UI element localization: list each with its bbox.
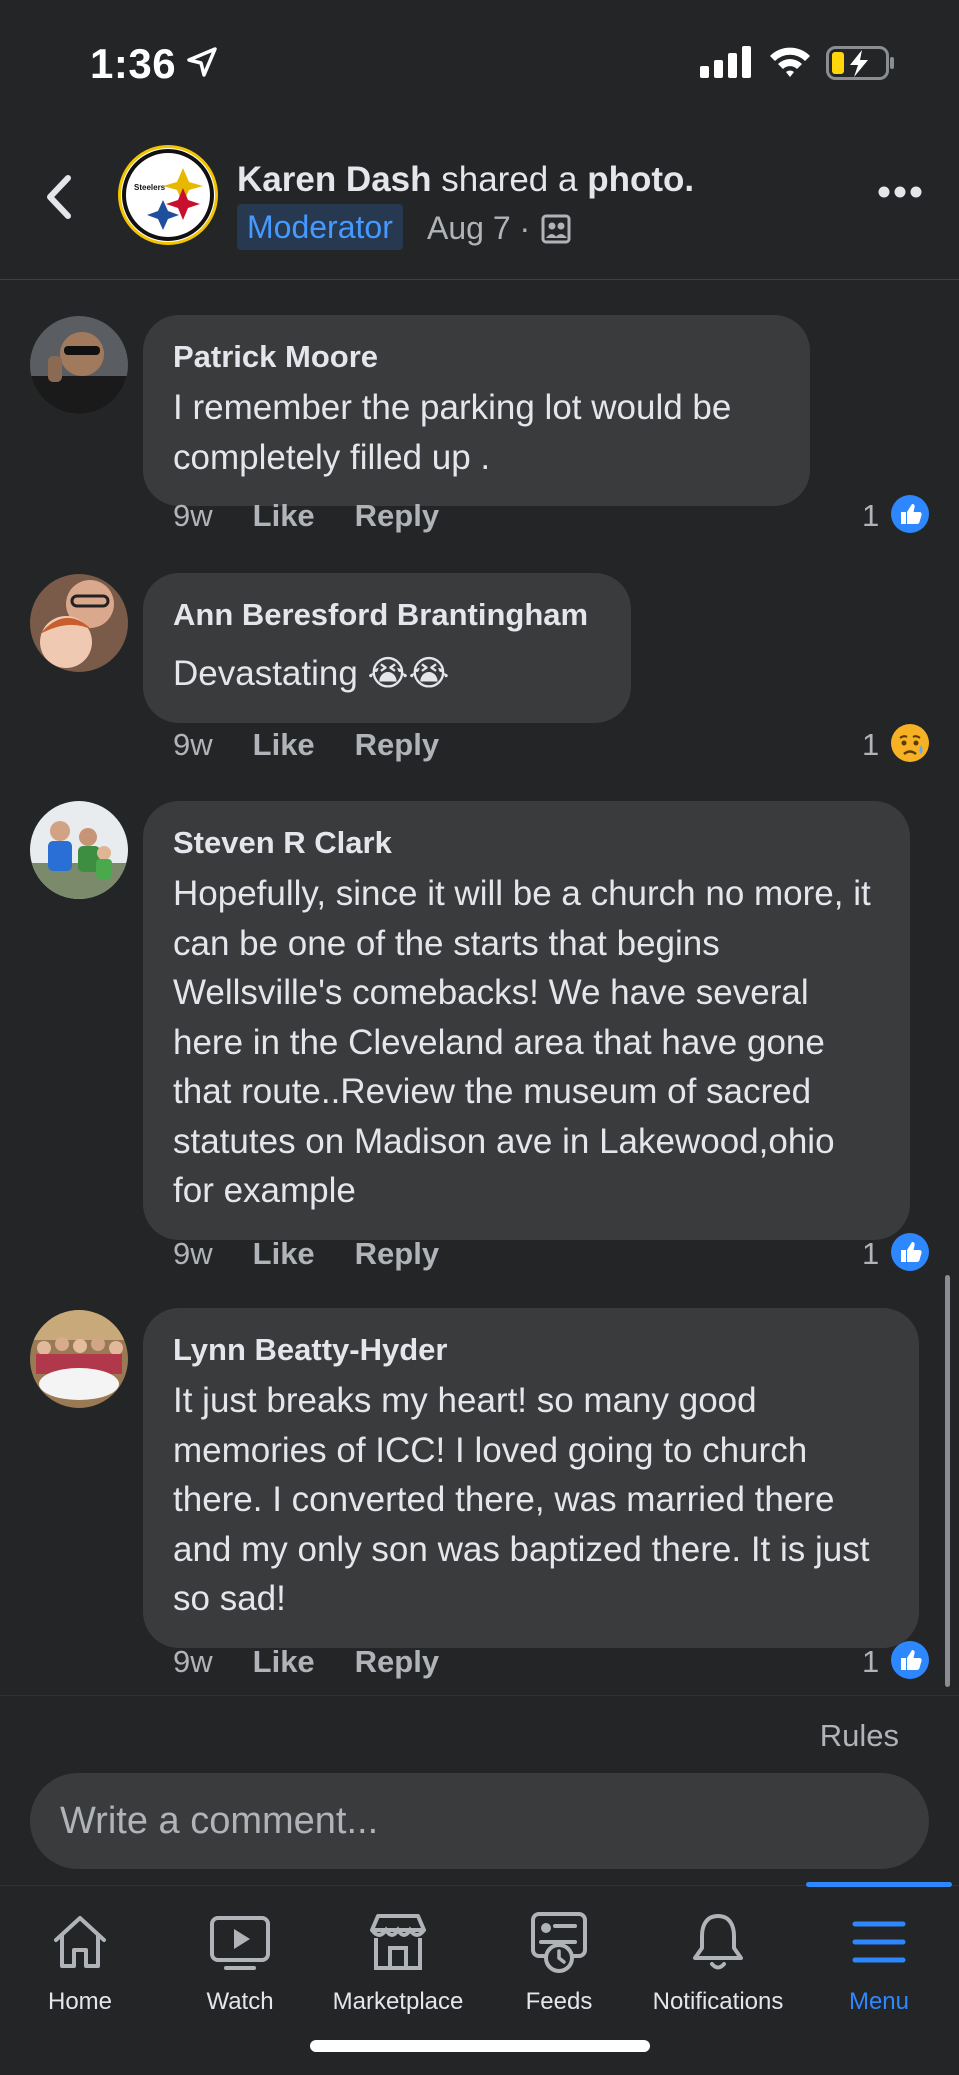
post-header: Steelers Karen Dash shared a photo. Mode… [0,130,959,280]
comment-actions: 9w Like Reply [173,1236,439,1272]
like-reaction-icon[interactable] [890,1640,930,1680]
cellular-signal-icon [700,46,751,78]
page-avatar[interactable]: Steelers [118,145,218,245]
comment-bubble: Steven R Clark Hopefully, since it will … [143,801,910,1240]
bell-icon [693,1914,743,1970]
sad-reaction-icon[interactable] [890,723,930,763]
moderator-badge: Moderator [237,204,403,250]
back-arrow-icon[interactable] [40,172,80,222]
post-verb: shared a [431,160,588,199]
comment-age: 9w [173,1644,213,1679]
comment-actions: 9w Like Reply [173,1644,439,1680]
comment-input[interactable] [30,1773,929,1869]
comment-age: 9w [173,727,213,762]
comment-author[interactable]: Ann Beresford Brantingham [173,595,601,635]
like-reaction-icon[interactable] [890,494,930,534]
comment-age: 9w [173,498,213,533]
avatar[interactable] [30,574,128,672]
feeds-icon [531,1912,587,1973]
tab-notifications[interactable]: Notifications [638,1886,798,2026]
post-title: Karen Dash shared a photo. [237,160,694,200]
marketplace-icon [370,1914,426,1970]
reaction-count[interactable]: 1 [862,727,879,763]
comment-text: I remember the parking lot would be comp… [173,388,732,477]
tab-label: Feeds [525,1988,593,2015]
tab-label: Watch [206,1988,274,2015]
tab-marketplace[interactable]: Marketplace [318,1886,478,2026]
comment-author[interactable]: Lynn Beatty-Hyder [173,1330,889,1370]
tab-label: Menu [848,1988,910,2015]
tab-label: Home [47,1988,113,2015]
tab-home[interactable]: Home [0,1886,160,2026]
comment-actions: 9w Like Reply [173,498,439,534]
reply-button[interactable]: Reply [355,498,439,533]
comment-bubble: Lynn Beatty-Hyder It just breaks my hear… [143,1308,919,1648]
tab-menu[interactable]: Menu [799,1886,959,2026]
reply-button[interactable]: Reply [355,1236,439,1271]
comment-age: 9w [173,1236,213,1271]
more-options-icon[interactable] [878,185,922,199]
comment-composer: Rules [0,1695,959,1885]
location-arrow-icon [187,47,217,77]
steelers-logo-icon: Steelers [122,149,214,241]
tab-feeds[interactable]: Feeds [479,1886,639,2026]
wifi-icon [770,47,810,77]
reply-button[interactable]: Reply [355,1644,439,1679]
home-indicator[interactable] [310,2040,650,2052]
reaction-count[interactable]: 1 [862,1236,879,1272]
like-button[interactable]: Like [253,498,315,533]
comment-text: It just breaks my heart! so many good me… [173,1381,870,1618]
comment-bubble: Ann Beresford Brantingham Devastating 😭😭 [143,573,631,723]
reply-button[interactable]: Reply [355,727,439,762]
reaction-count[interactable]: 1 [862,498,879,534]
comment-bubble: Patrick Moore I remember the parking lot… [143,315,810,506]
like-button[interactable]: Like [253,1644,315,1679]
reaction-count[interactable]: 1 [862,1644,879,1680]
status-bar: 1:36 [0,0,959,110]
home-icon [54,1916,106,1968]
status-time: 1:36 [90,40,177,87]
avatar[interactable] [30,316,128,414]
like-button[interactable]: Like [253,727,315,762]
rules-link[interactable]: Rules [820,1718,899,1754]
tab-label: Notifications [652,1988,784,2015]
svg-text:Steelers: Steelers [134,183,166,192]
menu-icon [852,1921,906,1963]
group-privacy-icon [541,214,571,244]
post-object[interactable]: photo. [587,160,694,199]
like-reaction-icon[interactable] [890,1232,930,1272]
post-author[interactable]: Karen Dash [237,160,432,199]
avatar[interactable] [30,1310,128,1408]
battery-charging-icon [826,46,894,80]
comment-author[interactable]: Patrick Moore [173,337,780,377]
tab-watch[interactable]: Watch [160,1886,320,2026]
comment-actions: 9w Like Reply [173,727,439,763]
tab-label: Marketplace [332,1988,464,2015]
comment-text: Devastating 😭😭 [173,654,450,693]
post-date: Aug 7 · [427,210,531,246]
like-button[interactable]: Like [253,1236,315,1271]
avatar[interactable] [30,801,128,899]
comment-author[interactable]: Steven R Clark [173,823,880,863]
watch-icon [210,1916,270,1970]
comment-text: Hopefully, since it will be a church no … [173,874,871,1210]
scrollbar[interactable] [945,1275,950,1687]
